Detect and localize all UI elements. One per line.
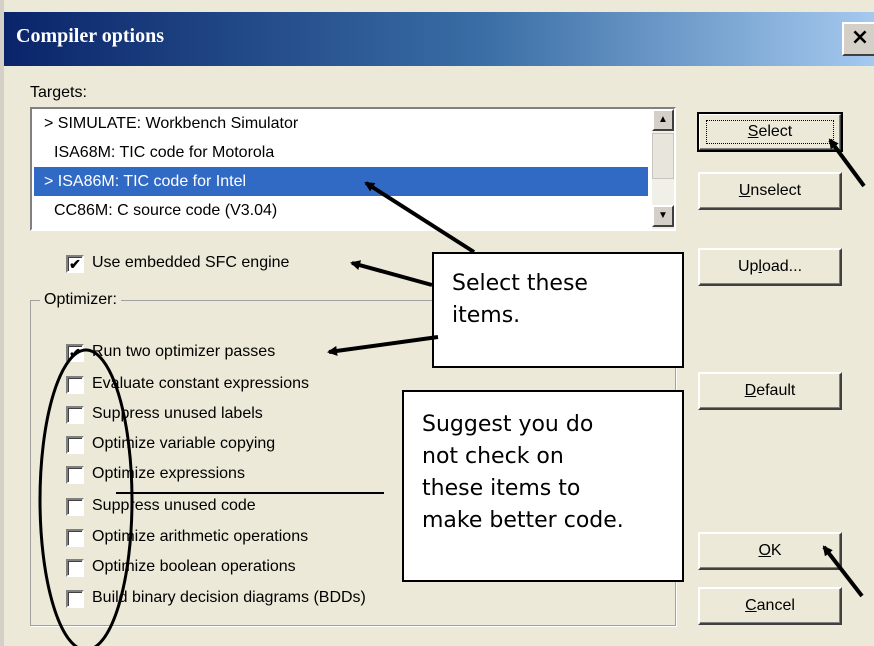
optimizer-checkbox[interactable] <box>66 498 84 516</box>
optimizer-checkbox[interactable] <box>66 466 84 484</box>
optimizer-checkbox[interactable] <box>66 406 84 424</box>
ok-label: K <box>770 542 782 559</box>
default-label: efault <box>756 382 796 399</box>
target-item-cc86m[interactable]: CC86M: C source code (V3.04) <box>34 196 648 225</box>
default-button[interactable]: Default <box>698 372 842 410</box>
optimizer-option-row[interactable]: Optimize expressions <box>66 464 386 488</box>
unselect-mnemonic: U <box>738 182 751 199</box>
upload-label-end: oad... <box>761 258 803 275</box>
optimizer-option-label: Optimize boolean operations <box>92 558 296 575</box>
target-label: SIMULATE: Workbench Simulator <box>57 115 299 132</box>
ok-button[interactable]: OK <box>698 532 842 570</box>
optimizer-option-label: Suppress unused code <box>92 497 256 514</box>
optimizer-option-label: Run two optimizer passes <box>92 343 276 360</box>
sfc-engine-label: Use embedded SFC engine <box>92 254 290 271</box>
focus-rectangle <box>706 120 834 144</box>
targets-label: Targets: <box>30 84 87 101</box>
callout-line: these items to <box>422 476 581 501</box>
optimizer-option-row[interactable]: Evaluate constant expressions <box>66 374 406 398</box>
sfc-engine-checkbox[interactable]: ✔ <box>66 255 84 273</box>
optimizer-option-label: Evaluate constant expressions <box>92 375 310 392</box>
optimizer-option-label: Optimize variable copying <box>92 435 276 452</box>
scroll-thumb[interactable] <box>652 133 674 179</box>
scroll-up-icon[interactable]: ▲ <box>652 109 674 131</box>
optimizer-label: Optimizer: <box>40 291 121 309</box>
optimizer-option-label: Build binary decision diagrams (BDDs) <box>92 589 366 606</box>
optimizer-checkbox[interactable]: ✔ <box>66 344 84 362</box>
target-label: CC86M: C source code (V3.04) <box>54 202 278 219</box>
target-marker: > <box>44 173 54 190</box>
optimizer-option-row[interactable]: Optimize variable copying <box>66 434 386 458</box>
compiler-options-dialog: Compiler options × Targets: > SIMULATE: … <box>0 0 874 646</box>
upload-label-start: Up <box>737 258 759 275</box>
ok-mnemonic: O <box>758 542 771 559</box>
dialog-title: Compiler options <box>16 25 164 47</box>
callout-line: not check on <box>422 444 564 469</box>
default-mnemonic: D <box>744 382 757 399</box>
select-items-callout: Select these items. <box>432 252 684 368</box>
callout-line: Select these <box>452 271 588 296</box>
optimizer-option-row[interactable]: ✔ Run two optimizer passes <box>66 342 386 366</box>
optimizer-option-row[interactable]: Suppress unused labels <box>66 404 386 428</box>
scroll-down-icon[interactable]: ▼ <box>652 205 674 227</box>
callout-line: items. <box>452 303 521 328</box>
targets-listbox[interactable]: > SIMULATE: Workbench Simulator ISA68M: … <box>30 107 676 231</box>
targets-scrollbar[interactable]: ▲ ▼ <box>652 109 674 229</box>
optimizer-option-row[interactable]: Optimize arithmetic operations <box>66 527 386 551</box>
cancel-mnemonic: C <box>745 597 757 614</box>
cancel-button[interactable]: Cancel <box>698 587 842 625</box>
target-label: ISA86M: TIC code for Intel <box>57 173 247 190</box>
target-item-isa68m[interactable]: ISA68M: TIC code for Motorola <box>34 138 648 167</box>
upload-button[interactable]: Upload... <box>698 248 842 286</box>
sfc-engine-checkbox-row[interactable]: ✔ Use embedded SFC engine <box>66 253 366 277</box>
title-bar[interactable]: Compiler options × <box>4 12 874 66</box>
target-item-isa86m[interactable]: > ISA86M: TIC code for Intel <box>34 167 648 196</box>
unselect-label: nselect <box>750 182 802 199</box>
close-button[interactable]: × <box>842 22 874 56</box>
optimizer-checkbox[interactable] <box>66 559 84 577</box>
callout-line: Suggest you do <box>422 412 594 437</box>
unselect-button[interactable]: Unselect <box>698 172 842 210</box>
optimizer-option-row[interactable]: Optimize boolean operations <box>66 557 386 581</box>
cancel-label: ancel <box>756 597 795 614</box>
target-item-simulate[interactable]: > SIMULATE: Workbench Simulator <box>34 109 648 138</box>
suggestion-callout: Suggest you do not check on these items … <box>402 390 684 582</box>
optimizer-checkbox[interactable] <box>66 436 84 454</box>
optimizer-option-label: Optimize arithmetic operations <box>92 528 309 545</box>
optimizer-option-label: Suppress unused labels <box>92 405 263 422</box>
optimizer-option-row[interactable]: Suppress unused code <box>66 496 386 520</box>
optimizer-option-label: Optimize expressions <box>92 465 245 482</box>
optimizer-option-row[interactable]: Build binary decision diagrams (BDDs) <box>66 588 446 612</box>
optimizer-checkbox[interactable] <box>66 376 84 394</box>
optimizer-checkbox[interactable] <box>66 590 84 608</box>
optimizer-checkbox[interactable] <box>66 529 84 547</box>
target-label: ISA68M: TIC code for Motorola <box>54 144 275 161</box>
select-button[interactable]: Select <box>697 112 843 152</box>
target-marker: > <box>44 115 54 132</box>
callout-line: make better code. <box>422 508 624 533</box>
